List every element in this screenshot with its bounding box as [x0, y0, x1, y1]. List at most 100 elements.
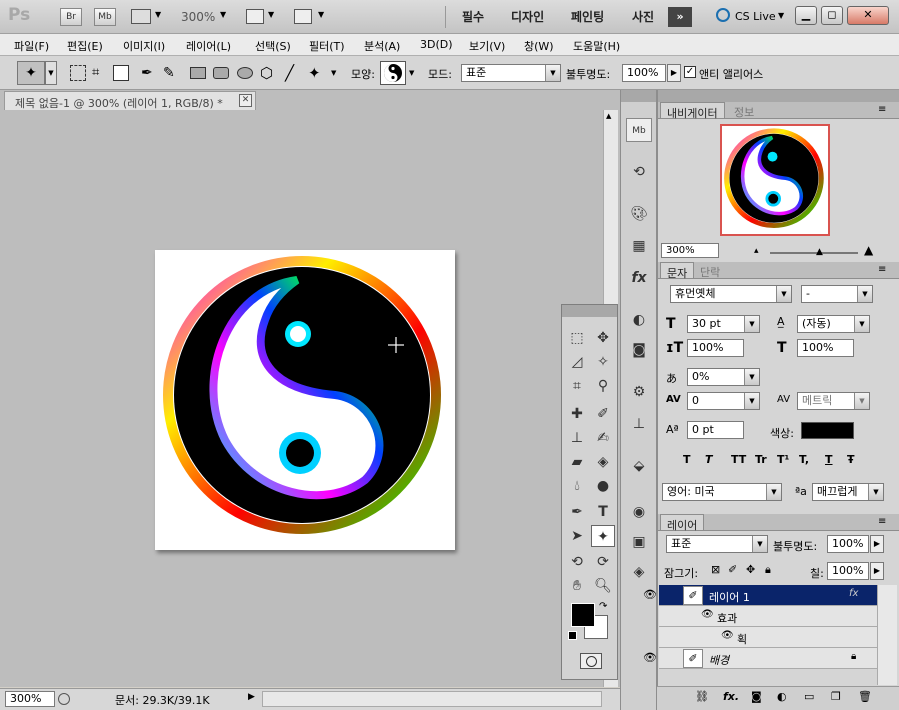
custom-shape-icon[interactable]: ✦ [308, 65, 324, 81]
layer-opacity-input[interactable]: 100% [827, 535, 869, 553]
opacity-arrow-icon[interactable]: ▶ [870, 535, 884, 553]
foreground-color[interactable] [571, 603, 595, 627]
workspace-essentials[interactable]: 필수 [462, 8, 484, 25]
lasso-tool-icon[interactable]: ◿ [565, 351, 589, 373]
underline-button[interactable]: T [825, 453, 833, 466]
language-select[interactable]: 영어: 미국 ▼ [662, 483, 782, 501]
small-caps-button[interactable]: Tr [755, 453, 767, 466]
font-style-select[interactable]: - ▼ [801, 285, 873, 303]
rectangle-icon[interactable] [190, 67, 206, 79]
zoom-slider-thumb[interactable]: ▲ [816, 247, 823, 257]
antialias-select[interactable]: 매끄럽게 ▼ [812, 483, 884, 501]
chevron-down-icon[interactable]: ▼ [868, 484, 883, 500]
opacity-input[interactable]: 100% [622, 64, 666, 82]
scroll-up-icon[interactable]: ▲ [606, 112, 611, 120]
shape-layers-icon[interactable] [70, 65, 86, 81]
dodge-tool-icon[interactable]: ● [591, 475, 615, 497]
zoom-level[interactable]: 300% [181, 10, 215, 24]
more-workspaces-button[interactable]: » [668, 7, 692, 27]
tab-layers[interactable]: 레이어 [660, 514, 705, 532]
add-mask-icon[interactable]: ◙ [751, 690, 762, 703]
menu-3d[interactable]: 3D(D) [420, 38, 453, 51]
menu-view[interactable]: 보기(V) [469, 38, 505, 54]
ellipse-icon[interactable] [237, 67, 253, 79]
menu-filter[interactable]: 필터(T) [309, 38, 345, 54]
canvas[interactable] [155, 250, 455, 550]
layer-row-effects[interactable]: 👁︎ 효과 [659, 606, 877, 627]
kerning-input[interactable]: 메트릭 ▼ [797, 392, 870, 410]
paths-icon[interactable]: ⌗ [92, 65, 108, 81]
workspace-design[interactable]: 디자인 [511, 8, 544, 25]
fx-icon[interactable]: fx [626, 266, 652, 290]
panel-menu-icon[interactable]: ≡ [878, 264, 886, 275]
tool-preset-icon[interactable]: ✦ [17, 61, 45, 85]
menu-file[interactable]: 파일(F) [14, 38, 49, 54]
lock-pixels-icon[interactable]: ✐ [728, 563, 737, 576]
leading-input[interactable]: (자동) ▼ [797, 315, 870, 333]
default-colors-icon[interactable] [568, 631, 577, 640]
subscript-button[interactable]: T, [799, 453, 809, 466]
restore-button[interactable]: ◻ [821, 6, 843, 25]
arrange-documents-icon[interactable] [246, 9, 264, 24]
line-icon[interactable]: ╱ [285, 65, 301, 81]
layers-scrollbar[interactable] [877, 585, 897, 685]
chevron-down-icon[interactable]: ▼ [854, 316, 869, 332]
close-tab-icon[interactable]: ✕ [239, 94, 252, 107]
clone-source-icon[interactable]: ⊥ [626, 412, 652, 436]
quick-mask-icon[interactable] [580, 653, 602, 669]
status-arrow-icon[interactable]: ▶ [248, 692, 255, 702]
navigator-preview[interactable] [720, 124, 830, 236]
freeform-pen-icon[interactable]: ✎ [163, 65, 179, 81]
workspace-photography[interactable]: 사진 [632, 8, 654, 25]
menu-analysis[interactable]: 분석(A) [364, 38, 400, 54]
move-tool-icon[interactable]: ✥ [591, 327, 615, 349]
fx-badge-icon[interactable]: fx [849, 588, 858, 599]
fill-pixels-icon[interactable] [113, 65, 129, 81]
clone-stamp-icon[interactable]: ⊥ [565, 427, 589, 449]
tools-panel-header[interactable] [562, 305, 617, 317]
tab-navigator[interactable]: 내비게이터 [660, 102, 725, 120]
stroke-eye-icon[interactable]: 👁︎ [721, 630, 734, 641]
paths-panel-icon[interactable]: ◈ [626, 560, 652, 584]
tab-character[interactable]: 문자 [660, 262, 695, 280]
layer-row-stroke[interactable]: 👁︎ 획 [659, 627, 877, 648]
lock-transparency-icon[interactable]: ⊠ [711, 563, 720, 576]
delete-layer-icon[interactable]: 🗑︎ [858, 690, 872, 703]
eraser-icon[interactable]: ▰ [565, 451, 589, 473]
healing-brush-icon[interactable]: ✚ [565, 403, 589, 425]
chevron-down-icon[interactable]: ▼ [545, 65, 560, 81]
font-size-input[interactable]: 30 pt ▼ [687, 315, 760, 333]
faux-italic-button[interactable]: T [705, 453, 713, 466]
zoom-slider[interactable] [770, 252, 858, 254]
mode-select[interactable]: 표준 ▼ [461, 64, 561, 82]
strikethrough-button[interactable]: Ŧ [847, 453, 855, 466]
pen-icon[interactable]: ✒ [141, 65, 157, 81]
new-group-icon[interactable]: ▭ [804, 690, 814, 703]
mini-bridge-button[interactable]: Mb [94, 8, 116, 26]
chevron-down-icon[interactable]: ▼ [778, 11, 784, 20]
close-button[interactable]: ✕ [847, 6, 889, 25]
brush-tool-icon[interactable]: ✐ [591, 403, 615, 425]
marquee-tool-icon[interactable]: ⬚ [565, 327, 589, 349]
camera-icon[interactable]: ◙ [626, 338, 652, 362]
zoom-tool-icon[interactable]: 🔍︎ [591, 575, 615, 597]
chevron-down-icon[interactable]: ▼ [318, 10, 324, 19]
3d-rotate-icon[interactable]: ⟲ [565, 551, 589, 573]
hand-tool-icon[interactable]: ✋︎ [565, 575, 589, 597]
minimize-button[interactable]: ▁ [795, 6, 817, 25]
tab-paragraph[interactable]: 단락 [694, 262, 726, 279]
styles-icon[interactable]: ▦ [626, 234, 652, 258]
bridge-button[interactable]: Br [60, 8, 82, 26]
tracking-input[interactable]: 0 ▼ [687, 392, 760, 410]
chevron-down-icon[interactable]: ▼ [857, 286, 872, 302]
path-selection-icon[interactable]: ➤ [565, 525, 589, 547]
3d-orbit-icon[interactable]: ⟳ [591, 551, 615, 573]
chevron-down-icon[interactable]: ▼ [766, 484, 781, 500]
status-zoom[interactable]: 300% [5, 691, 55, 707]
menu-select[interactable]: 선택(S) [255, 38, 291, 54]
crop-tool-icon[interactable]: ⌗ [565, 375, 589, 397]
navigator-zoom[interactable]: 300% [661, 243, 719, 258]
shape-picker[interactable] [380, 61, 406, 85]
chevron-down-icon[interactable]: ▼ [268, 10, 274, 19]
layer-row-layer1[interactable]: 👁︎ ✐ 레이어 1 fx [643, 585, 877, 606]
